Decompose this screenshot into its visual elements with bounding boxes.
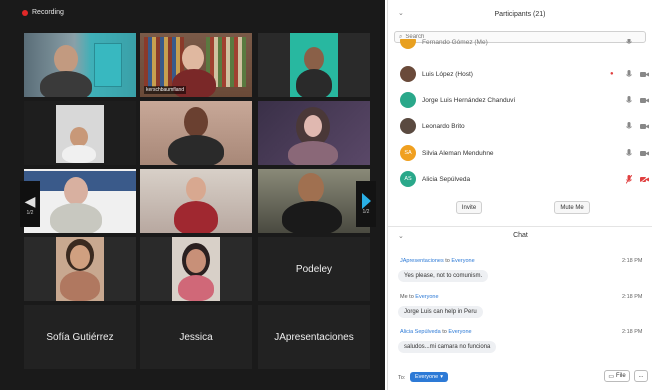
participant-name: Jessica [179,331,213,343]
avatar [400,92,416,108]
chevron-right-icon [361,193,371,209]
message-recipient[interactable]: Everyone [448,329,471,335]
microphone-icon[interactable] [626,39,632,46]
message-header: Me to Everyone [400,294,439,300]
more-options-button[interactable]: ... [634,370,648,382]
video-tile-name-only[interactable]: Sofía Gutiérrez [24,305,136,369]
video-tile-name-only[interactable]: Podeley [258,237,370,301]
previous-page-button[interactable]: ◀ 1/2 [20,181,40,227]
microphone-icon[interactable] [626,95,632,105]
participant-row[interactable]: AS Alicia Sepúlveda [388,168,652,190]
file-button[interactable]: ▭ File [604,370,630,382]
microphone-icon[interactable] [626,69,632,79]
video-tile[interactable] [24,33,136,97]
video-camera-icon[interactable] [640,97,649,104]
microphone-icon[interactable] [626,121,632,131]
message-to-word: to [442,329,447,335]
participant-row[interactable]: Fernando Gómez (Me) [388,39,652,51]
participant-name: Sofía Gutiérrez [46,331,114,343]
message-bubble: Jorge Luis can help in Peru [398,306,483,318]
video-tile-name-only[interactable]: Jessica [140,305,252,369]
message-header: Alicia Sepúlveda to Everyone [400,329,472,335]
participant-row[interactable]: Leonardo Brito [388,115,652,137]
participant-row[interactable]: SA Silvia Aleman Menduhne [388,142,652,164]
avatar [400,39,416,49]
recording-dot-icon [22,9,28,16]
chat-footer: To: Everyone ▾ ▭ File ... [388,368,652,390]
participants-header: ⌄ Participants (21) [388,0,652,28]
zoom-meeting-window: Recording kerschbaumfland Podeley Sofía … [0,0,652,390]
video-tile-active-speaker[interactable]: kerschbaumfland [140,33,252,97]
video-tile[interactable] [258,101,370,165]
message-recipient[interactable]: Everyone [415,294,438,300]
message-sender: Me [400,294,408,300]
participants-actions: Invite Mute Me [388,201,652,217]
message-recipient[interactable]: Everyone [451,258,474,264]
video-tile-name-only[interactable]: JApresentaciones [258,305,370,369]
microphone-muted-icon[interactable] [626,174,632,184]
side-panel: ⌄ Participants (21) ⌕ Fernando Gómez (Me… [387,0,652,390]
message-time: 2:18 PM [622,329,643,335]
participant-name: Luis López (Host) [422,70,473,78]
message-sender[interactable]: Alicia Sepúlveda [400,329,441,335]
mute-me-button[interactable]: Mute Me [554,201,590,214]
video-camera-icon[interactable] [640,123,649,130]
message-time: 2:18 PM [622,294,643,300]
participants-title: Participants (21) [494,10,546,18]
avatar: SA [400,145,416,161]
participant-name: JApresentaciones [274,331,354,343]
recipient-select[interactable]: Everyone ▾ [410,372,449,382]
message-bubble: Yes please, not to comunism. [398,270,489,282]
message-time: 2:18 PM [622,258,643,264]
chevron-down-icon: ▾ [440,374,444,380]
message-bubble: saludos...mi camara no funciona [398,341,497,353]
video-tile[interactable] [140,237,252,301]
to-label: To: [398,375,406,381]
page-indicator: 1/2 [362,209,370,215]
recording-indicator: Recording [22,9,64,16]
ellipsis-icon: ... [638,373,644,379]
microphone-icon[interactable] [626,148,632,158]
chevron-left-icon: ◀ [24,192,36,209]
message-to-word: to [409,294,414,300]
collapse-chevron-icon[interactable]: ⌄ [398,9,404,17]
chat-title: Chat [513,232,528,239]
chat-header: ⌄ Chat [388,226,652,244]
participant-row[interactable]: Jorge Luis Hernández Chanduví [388,89,652,111]
video-tile[interactable] [140,101,252,165]
video-gallery: Recording kerschbaumfland Podeley Sofía … [0,0,385,390]
participant-name: Alicia Sepúlveda [422,175,471,183]
page-indicator: 1/2 [26,209,34,216]
avatar [400,118,416,134]
message-to-word: to [445,258,450,264]
file-icon: ▭ [608,373,614,380]
participant-name: Fernando Gómez (Me) [422,39,488,46]
video-tile[interactable] [258,33,370,97]
participant-name: Leonardo Brito [422,122,465,130]
avatar: AS [400,171,416,187]
participant-row[interactable]: Luis López (Host) ● [388,63,652,85]
participant-name: Podeley [295,263,333,275]
recording-label: Recording [32,9,64,16]
recipient-value: Everyone [415,374,439,380]
participant-name: Jorge Luis Hernández Chanduví [422,96,516,104]
video-camera-off-icon[interactable] [640,175,649,183]
video-tile[interactable] [24,169,136,233]
avatar [400,66,416,82]
video-tile[interactable] [140,169,252,233]
video-camera-icon[interactable] [640,71,649,78]
video-camera-icon[interactable] [640,150,649,157]
message-sender[interactable]: JApresentaciones [400,258,444,264]
collapse-chevron-icon[interactable]: ⌄ [398,232,404,240]
invite-button[interactable]: Invite [456,201,482,214]
participant-name: Silvia Aleman Menduhne [422,149,494,157]
message-header: JApresentaciones to Everyone [400,258,475,264]
next-page-button[interactable]: 1/2 [356,181,376,227]
video-tile[interactable] [24,101,136,165]
participant-name-tag: kerschbaumfland [144,86,187,94]
file-label: File [616,373,626,379]
video-tile[interactable] [258,169,370,233]
raise-hand-icon: ● [610,71,614,77]
video-tile[interactable] [24,237,136,301]
